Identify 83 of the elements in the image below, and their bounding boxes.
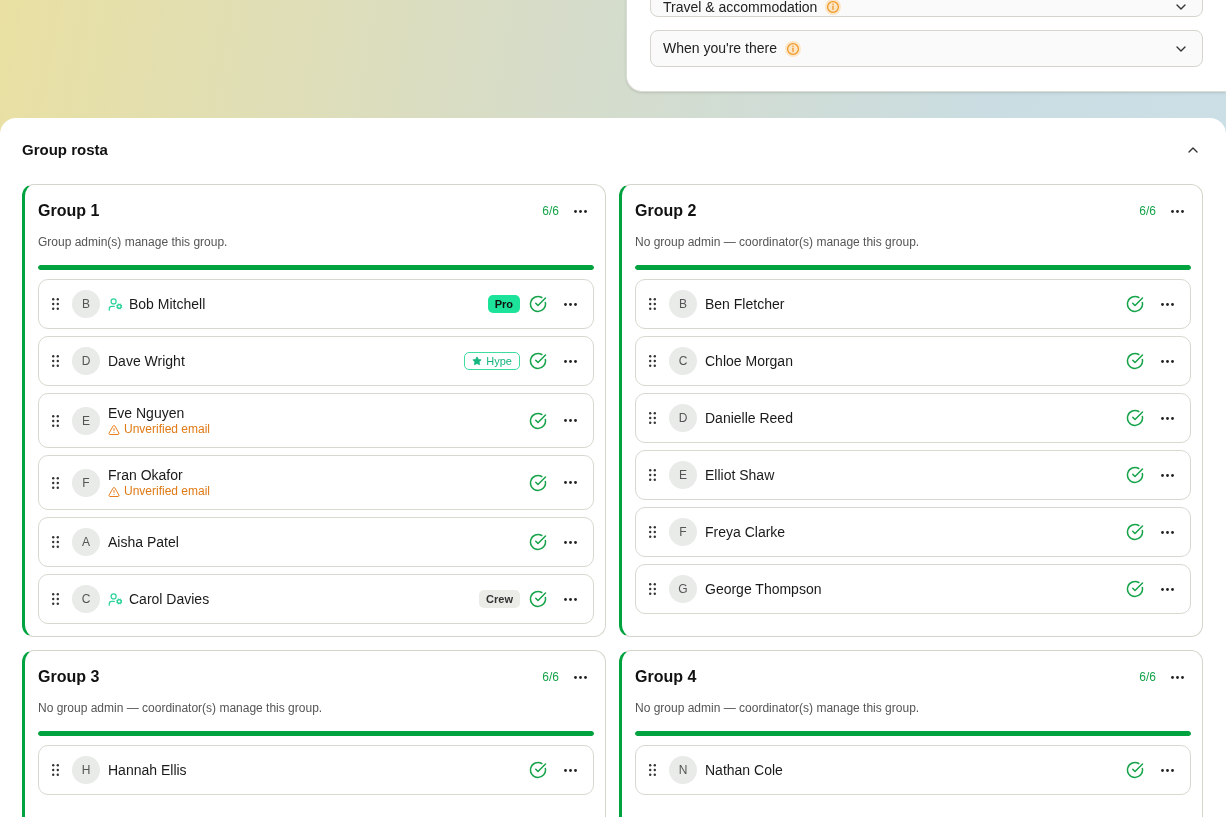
member-name: Fran Okafor [108,466,183,484]
drag-handle-icon[interactable] [52,298,59,310]
avatar: C [669,347,697,375]
member-name: Dave Wright [108,352,185,370]
member-count: 6/6 [542,203,559,219]
avatar: D [72,347,100,375]
avatar: A [72,528,100,556]
group-note: No group admin — coordinator(s) manage this group. [635,700,921,716]
member-name: Carol Davies [129,590,210,608]
group-title: Group 3 [38,667,100,687]
more-icon[interactable] [1161,416,1174,420]
drag-handle-icon[interactable] [52,414,59,427]
tier-badge: Crew [479,590,520,608]
member-name: Danielle Reed [705,409,793,427]
member-count: 6/6 [542,669,559,685]
more-icon[interactable] [1161,587,1174,591]
avatar: F [669,518,697,546]
warning-text: Unverified email [124,484,211,499]
member-name: Aisha Patel [108,533,179,551]
avatar: E [669,461,697,489]
avatar: F [72,468,100,497]
more-icon[interactable] [1171,675,1184,679]
accordion-header[interactable]: When you're there [650,30,1203,67]
more-icon[interactable] [1161,302,1174,306]
more-icon[interactable] [574,675,587,679]
group-title: Group 1 [38,201,100,221]
member-count: 6/6 [1139,203,1156,219]
member-name: Chloe Morgan [705,352,793,370]
more-icon[interactable] [564,359,577,363]
more-icon[interactable] [564,302,577,306]
avatar: N [669,756,697,784]
more-icon[interactable] [564,481,577,484]
avatar: H [72,756,100,784]
tier-badge: Pro [487,295,520,313]
drag-handle-icon[interactable] [649,469,656,481]
member-count: 6/6 [1139,669,1156,685]
more-icon[interactable] [564,419,577,422]
more-icon[interactable] [564,540,577,544]
drag-handle-icon[interactable] [52,476,59,489]
member-name: Eve Nguyen [108,404,185,422]
avatar: C [72,585,100,613]
member-name: Hannah Ellis [108,761,187,779]
more-icon[interactable] [564,597,577,601]
drag-handle-icon[interactable] [52,593,59,605]
group-note: Group admin(s) manage this group. [38,234,229,250]
section-title: Group rosta [22,140,108,160]
avatar: E [72,406,100,435]
warning-icon [108,485,120,498]
more-icon[interactable] [1161,768,1174,772]
member-name: George Thompson [705,580,822,598]
drag-handle-icon[interactable] [52,764,59,776]
drag-handle-icon[interactable] [649,412,656,424]
group-title: Group 4 [635,667,697,687]
star-icon [472,356,483,366]
drag-handle-icon[interactable] [52,536,59,548]
group-note: No group admin — coordinator(s) manage this group. [635,234,921,250]
more-icon[interactable] [1171,209,1184,213]
avatar: B [72,290,100,318]
accordion-header[interactable]: Travel & accommodation [650,0,1203,17]
tier-label: Hype [486,354,512,368]
more-icon[interactable] [574,209,587,213]
avatar: D [669,404,697,432]
drag-handle-icon[interactable] [649,583,656,595]
avatar: G [669,575,697,603]
member-name: Ben Fletcher [705,295,785,313]
more-icon[interactable] [564,768,577,772]
drag-handle-icon[interactable] [649,355,656,367]
warning-text: Unverified email [124,422,211,437]
member-name: Freya Clarke [705,523,786,541]
more-icon[interactable] [1161,473,1174,477]
group-title: Group 2 [635,201,697,221]
more-icon[interactable] [1161,530,1174,534]
avatar: B [669,290,697,318]
warning-icon [108,423,120,436]
drag-handle-icon[interactable] [52,355,59,367]
drag-handle-icon[interactable] [649,526,656,538]
member-name: Nathan Cole [705,761,783,779]
more-icon[interactable] [1161,359,1174,363]
member-name: Bob Mitchell [129,295,206,313]
member-name: Elliot Shaw [705,466,775,484]
drag-handle-icon[interactable] [649,298,656,310]
drag-handle-icon[interactable] [649,764,656,776]
group-note: No group admin — coordinator(s) manage this group. [38,700,324,716]
